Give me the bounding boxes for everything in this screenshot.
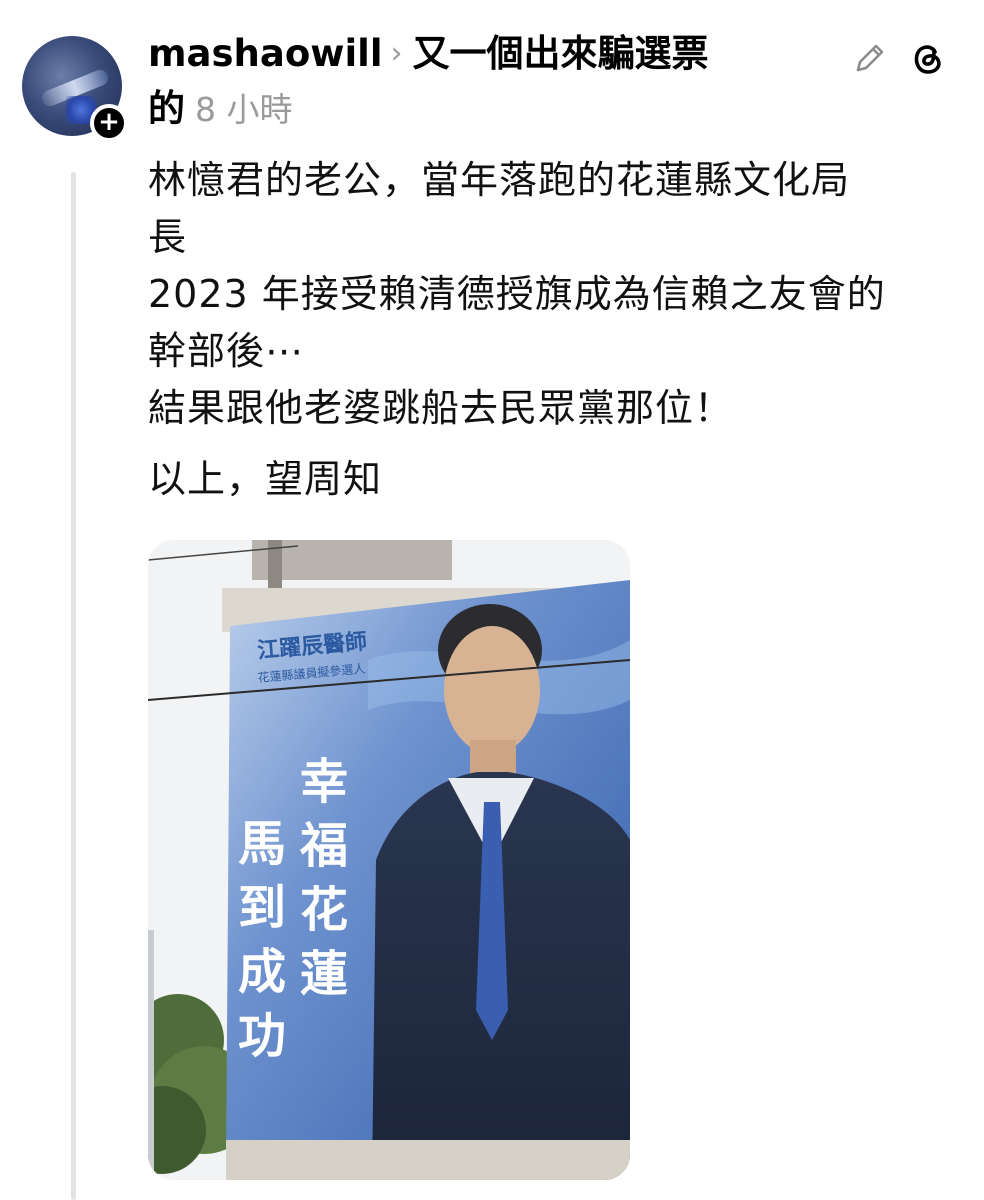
- post-header: mashaowill › 又一個出來騙選票 的 8 小時: [148, 28, 828, 136]
- post-body-line: 幹部後⋯: [148, 329, 305, 373]
- pencil-icon[interactable]: [852, 40, 888, 76]
- post-body: 林憶君的老公，當年落跑的花蓮縣文化局 長 2023 年接受賴清德授旗成為信賴之友…: [148, 152, 958, 508]
- username[interactable]: mashaowill: [148, 32, 383, 75]
- post-body-line: 長: [148, 215, 188, 259]
- post-body-line: 2023 年接受賴清德授旗成為信賴之友會的: [148, 272, 886, 316]
- billboard-photo: 江躍辰醫師 花蓮縣議員擬參選人: [148, 540, 630, 1180]
- avatar-container[interactable]: +: [22, 36, 128, 142]
- post-image[interactable]: 江躍辰醫師 花蓮縣議員擬參選人 幸福花蓮 馬到成功: [148, 540, 630, 1180]
- follow-plus-icon[interactable]: +: [90, 104, 128, 142]
- threads-icon[interactable]: [908, 38, 948, 78]
- post-body-line: 以上，望周知: [148, 457, 383, 501]
- topic-tag[interactable]: 又一個出來騙選票: [413, 32, 709, 75]
- billboard-slogan-2: 馬到成功: [237, 816, 286, 1064]
- post-body-line: 結果跟他老婆跳船去民眾黨那位！: [148, 386, 734, 430]
- topic-tag-continued[interactable]: 的: [148, 87, 185, 130]
- post-time: 8 小時: [195, 90, 293, 129]
- chevron-right-icon: ›: [390, 36, 403, 71]
- thread-line: [71, 172, 76, 1200]
- billboard-slogan-1: 幸福花蓮: [299, 754, 348, 1002]
- post-body-line: 林憶君的老公，當年落跑的花蓮縣文化局: [148, 158, 851, 202]
